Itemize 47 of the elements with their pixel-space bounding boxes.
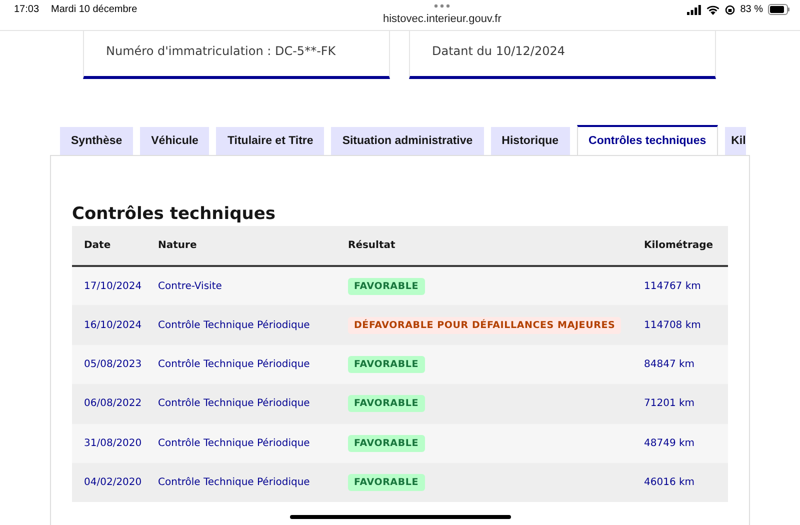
battery-text: 83 % (740, 4, 763, 15)
date-link[interactable]: 05/08/2023 (84, 358, 142, 370)
more-dots-icon[interactable] (434, 4, 450, 8)
tab[interactable]: Titulaire et Titre (216, 127, 324, 155)
tab[interactable]: Kil (725, 127, 746, 155)
result-badge: DÉFAVORABLE POUR DÉFAILLANCES MAJEURES (348, 316, 622, 334)
nature-link[interactable]: Contrôle Technique Périodique (158, 320, 310, 331)
date-text: Mardi 10 décembre (51, 4, 138, 15)
mileage-text: 71201 km (644, 398, 695, 410)
mileage-text: 84847 km (644, 358, 695, 370)
date-link[interactable]: 04/02/2020 (84, 477, 142, 488)
tab[interactable]: Véhicule (140, 127, 210, 155)
battery-icon (768, 4, 790, 15)
card-text: Numéro d'immatriculation : DC-5**-FK (106, 44, 336, 58)
column-header: Nature (157, 226, 347, 266)
tab[interactable]: Contrôles techniques (576, 125, 718, 155)
wifi-icon (706, 4, 720, 14)
section-title: Contrôles techniques (72, 204, 277, 224)
result-badge: FAVORABLE (348, 474, 425, 492)
signal-icon (687, 4, 702, 14)
mileage-text: 114767 km (644, 280, 701, 292)
date-link[interactable]: 17/10/2024 (84, 280, 142, 292)
column-header: Kilométrage (643, 226, 728, 266)
date-link[interactable]: 06/08/2022 (84, 398, 142, 410)
nature-link[interactable]: Contrôle Technique Périodique (158, 398, 310, 410)
mileage-text: 114708 km (644, 320, 701, 331)
result-badge: FAVORABLE (348, 434, 425, 452)
nature-link[interactable]: Contrôle Technique Périodique (158, 358, 310, 370)
tab[interactable]: Synthèse (60, 127, 134, 155)
card-text: Datant du 10/12/2024 (432, 44, 565, 58)
date-link[interactable]: 16/10/2024 (84, 320, 142, 331)
rotation-lock-icon (725, 4, 736, 14)
column-header: Résultat (347, 226, 643, 266)
mileage-text: 46016 km (644, 477, 695, 488)
nature-link[interactable]: Contrôle Technique Périodique (158, 438, 310, 449)
tab[interactable]: Situation administrative (331, 127, 484, 155)
date-link[interactable]: 31/08/2020 (84, 438, 142, 449)
nature-link[interactable]: Contre-Visite (158, 280, 222, 292)
column-header: Date (72, 226, 157, 266)
tab[interactable]: Historique (490, 127, 570, 155)
result-badge: FAVORABLE (348, 278, 425, 295)
nature-link[interactable]: Contrôle Technique Périodique (158, 477, 310, 488)
result-badge: FAVORABLE (348, 395, 425, 412)
mileage-text: 48749 km (644, 438, 695, 449)
result-badge: FAVORABLE (348, 356, 425, 373)
address-text[interactable]: histovec.interieur.gouv.fr (382, 13, 502, 25)
clock-time: 17:03 (14, 4, 40, 15)
